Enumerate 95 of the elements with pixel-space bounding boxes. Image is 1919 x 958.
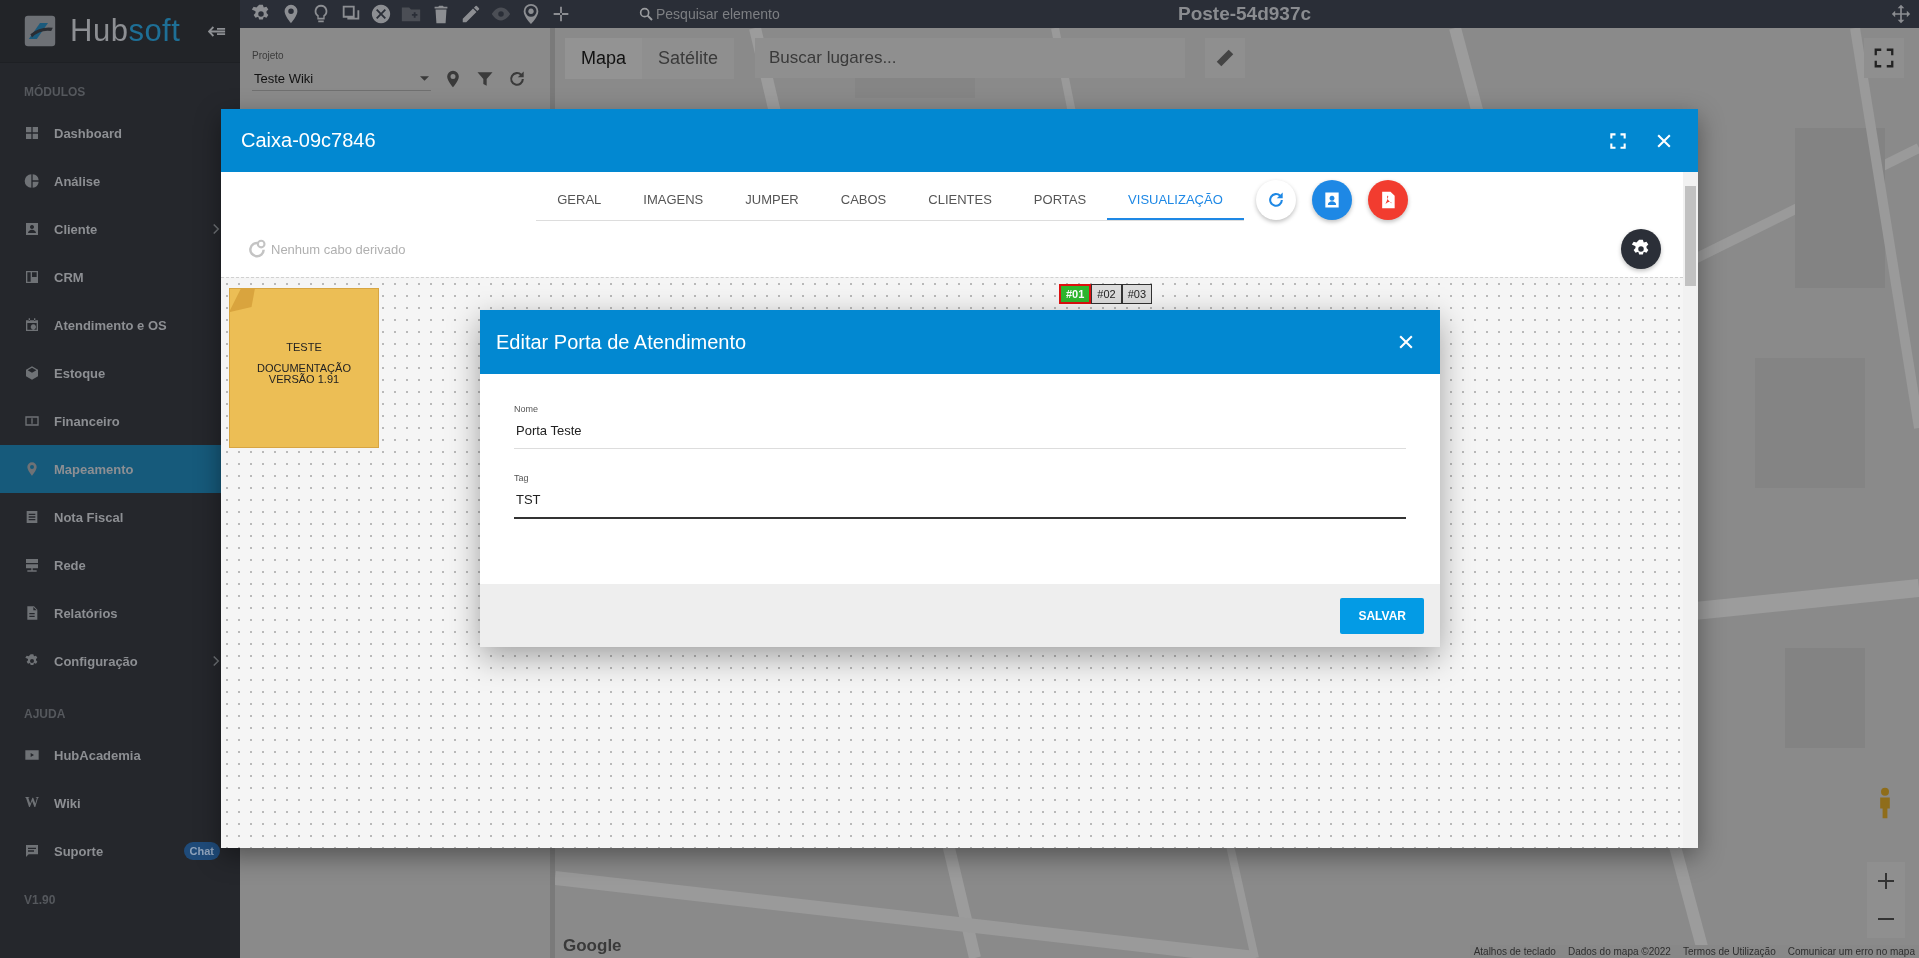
google-logo: Google (563, 936, 622, 956)
field-label: Projeto (252, 50, 285, 61)
refresh-button[interactable] (1255, 179, 1296, 220)
nav-label: Atendimento e OS (54, 317, 168, 333)
nav-label: Cliente (54, 221, 99, 237)
input-field[interactable]: Porta Teste (514, 414, 1406, 449)
refresh-icon[interactable] (507, 69, 527, 89)
places-search-field[interactable]: Buscar lugares... (755, 38, 1185, 78)
project-select[interactable]: Teste Wiki (252, 67, 431, 91)
folded-corner-icon (229, 288, 255, 314)
save-button[interactable]: SALVAR (1340, 597, 1424, 634)
nav-label: Dashboard (54, 125, 123, 141)
sidebar-item[interactable]: Cliente (0, 205, 240, 253)
sidebar-item[interactable]: Configuração (0, 637, 240, 685)
tab[interactable]: CLIENTES (907, 178, 1013, 220)
chat-icon (24, 843, 40, 859)
settings-button[interactable] (1621, 229, 1661, 269)
play-icon (24, 747, 40, 763)
wiki-icon: W (24, 795, 40, 811)
note-title: TESTE (285, 341, 323, 353)
footer-link[interactable]: Atalhos de teclado (1473, 946, 1556, 957)
tab[interactable]: JUMPER (724, 178, 820, 220)
tab[interactable]: IMAGENS (622, 178, 725, 220)
nav-label: CRM (54, 269, 85, 285)
grid-icon (24, 125, 40, 141)
logo-icon (24, 15, 56, 47)
sidebar-item[interactable]: Suporte Chat (0, 827, 240, 875)
note-text: VERSÃO 1.91 (268, 374, 340, 385)
collapse-icon[interactable] (208, 24, 226, 38)
input-field[interactable]: TST (514, 483, 1406, 519)
port-label[interactable]: #03 (1121, 284, 1153, 304)
search-field[interactable]: Pesquisar elemento (638, 5, 898, 23)
footer-link[interactable]: Dados do mapa ©2022 (1567, 946, 1671, 957)
caret-icon (420, 76, 429, 81)
fullscreen-icon[interactable] (1608, 130, 1628, 151)
ruler-button[interactable] (1205, 38, 1245, 78)
nav-label: Estoque (54, 365, 107, 381)
field-label: Tag (514, 473, 530, 483)
cable-icon (247, 239, 267, 259)
nav-label: Rede (54, 557, 87, 573)
board-icon (24, 269, 40, 285)
sidebar-item[interactable]: Dashboard (0, 109, 240, 157)
nav-label: Financeiro (54, 413, 121, 429)
card-icon (24, 221, 40, 237)
pdf-button[interactable] (1367, 179, 1408, 220)
sidebar-item[interactable]: Análise (0, 157, 240, 205)
sidebar-item[interactable]: Nota Fiscal (0, 493, 240, 541)
pencil-icon[interactable] (460, 3, 482, 25)
nav-label: Mapeamento (54, 461, 135, 477)
port-label[interactable]: #01 (1059, 284, 1092, 304)
nav-label: HubAcademia (54, 747, 142, 763)
xcircle-icon[interactable] (370, 3, 392, 25)
scrollbar[interactable] (1683, 172, 1698, 848)
nav-label: Nota Fiscal (54, 509, 125, 525)
contact-button[interactable] (1311, 179, 1352, 220)
footer-link[interactable]: Termos de Utilização (1682, 946, 1776, 957)
tab[interactable]: PORTAS (1012, 178, 1108, 220)
filter-icon[interactable] (475, 69, 495, 89)
map-type-tab[interactable]: Satélite (642, 38, 735, 79)
tab[interactable]: CABOS (819, 178, 908, 220)
cube-icon (24, 365, 40, 381)
fullscreen-icon (1873, 47, 1895, 69)
tab[interactable]: VISUALIZAÇÃO (1107, 178, 1244, 220)
sidebar-item[interactable]: HubAcademia (0, 731, 240, 779)
nav-label: Análise (54, 173, 102, 189)
brand-name: Hubsoft (70, 13, 182, 49)
pin-icon (24, 461, 40, 477)
nav-label: Suporte (54, 843, 105, 859)
list-icon (24, 509, 40, 525)
tab[interactable]: GERAL (536, 178, 623, 220)
chat-badge[interactable]: Chat (183, 842, 220, 860)
sidebar-item[interactable]: Rede (0, 541, 240, 589)
field-label: Nome (514, 404, 539, 414)
search-icon (638, 6, 654, 22)
sticky-note[interactable]: TESTE DOCUMENTAÇÃO VERSÃO 1.91 (229, 288, 379, 448)
port-label[interactable]: #02 (1091, 284, 1122, 304)
map-type-tab[interactable]: Mapa (565, 38, 643, 79)
chevron-icon (212, 655, 220, 667)
element-title: Poste-54d937c (1176, 3, 1313, 25)
server-icon (24, 557, 40, 573)
calendar-icon (24, 317, 40, 333)
sidebar-item[interactable]: Relatórios (0, 589, 240, 637)
nav-label: Wiki (54, 795, 82, 811)
doc-icon (24, 605, 40, 621)
fullscreen-button[interactable] (1864, 38, 1904, 78)
derived-cables-text: Nenhum cabo derivado (271, 241, 406, 257)
footer-link[interactable]: Comunicar um erro no mapa (1787, 946, 1915, 957)
chevron-icon (212, 223, 220, 235)
nav-label: Relatórios (54, 605, 119, 621)
nav-label: Configuração (54, 653, 139, 669)
dialog-title: Editar Porta de Atendimento (496, 330, 748, 354)
pie-icon (24, 173, 40, 189)
move-icon[interactable] (1891, 4, 1911, 24)
note-text: DOCUMENTAÇÃO (256, 363, 352, 374)
dialog-title: Caixa-09c7846 (241, 129, 377, 152)
